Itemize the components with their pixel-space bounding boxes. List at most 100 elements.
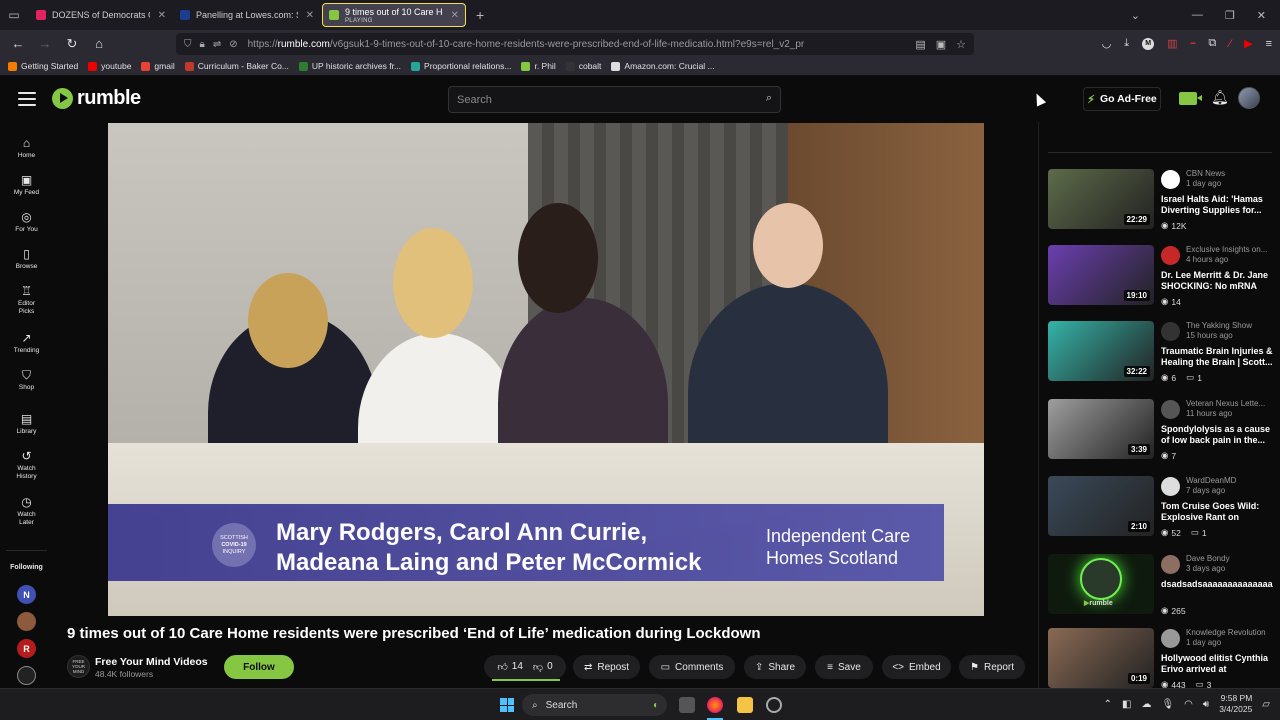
notifications-icon[interactable]: ▱ xyxy=(1262,699,1270,710)
sidebar-item-library[interactable]: ▤ Library xyxy=(0,412,53,436)
extension-icon[interactable]: ━ xyxy=(1191,39,1196,48)
file-explorer-icon[interactable] xyxy=(737,697,753,713)
youtube-extension-icon[interactable]: ▶ xyxy=(1244,37,1252,50)
extension-icon[interactable]: ⁄ xyxy=(1229,38,1231,50)
close-window-icon[interactable]: ✕ xyxy=(1257,9,1266,22)
channel-avatar[interactable]: FREE YOUR MIND xyxy=(67,655,90,678)
save-button[interactable]: ≡ Save xyxy=(815,655,873,679)
related-video-card[interactable]: 32:22 The Yakking Show 15 hours ago Trau… xyxy=(1048,321,1273,387)
bookmark-item[interactable]: r. Phil xyxy=(521,61,556,71)
cloud-icon[interactable]: ☁ xyxy=(1141,699,1151,710)
bookmark-item[interactable]: UP historic archives fr... xyxy=(298,61,401,71)
like-button[interactable]: 👍︎ 14 xyxy=(497,661,523,673)
channel-name[interactable]: The Yakking Show xyxy=(1186,321,1274,330)
rumble-logo[interactable]: rumble xyxy=(52,87,141,110)
go-ad-free-button[interactable]: ⚡︎ Go Ad-Free xyxy=(1083,87,1161,111)
bookmark-item[interactable]: Amazon.com: Crucial ... xyxy=(611,61,715,71)
address-bar[interactable]: ⛉ 🔒︎ ⇌ ⊘ https://rumble.com/v6gsuk1-9-ti… xyxy=(176,33,974,55)
channel-avatar[interactable] xyxy=(1161,246,1180,265)
close-tab-icon[interactable]: ✕ xyxy=(451,10,459,21)
channel-avatar[interactable] xyxy=(1161,400,1180,419)
channel-avatar[interactable] xyxy=(1161,322,1180,341)
sidebar-item-editor-picks[interactable]: ♖ Editor Picks xyxy=(0,284,53,316)
video-thumbnail[interactable]: 32:22 xyxy=(1048,321,1154,381)
tab-list-icon[interactable]: ▭ xyxy=(0,0,28,30)
sidebar-item-watch-history[interactable]: ↺ Watch History xyxy=(0,449,53,481)
related-video-card[interactable]: 3:39 Veteran Nexus Lette... 11 hours ago… xyxy=(1048,399,1273,465)
microphone-icon[interactable]: 🎙︎ xyxy=(1161,699,1174,710)
video-thumbnail[interactable]: 3:39 xyxy=(1048,399,1154,459)
channel-name[interactable]: Dave Bondy xyxy=(1186,554,1274,563)
related-video-card[interactable]: 19:10 Exclusive Insights on... 4 hours a… xyxy=(1048,245,1273,311)
new-tab-icon[interactable]: + xyxy=(476,7,484,23)
autoplay-blocked-icon[interactable]: ⊘ xyxy=(229,39,237,50)
related-video-title[interactable]: Dr. Lee Merritt & Dr. Jane SHOCKING: No … xyxy=(1161,270,1273,292)
follow-button[interactable]: Follow xyxy=(224,655,294,679)
search-icon[interactable]: ⌕ xyxy=(766,92,772,105)
lock-icon[interactable]: 🔒︎ xyxy=(200,39,205,50)
wifi-icon[interactable]: ◠ xyxy=(1184,699,1193,710)
bookmark-item[interactable]: gmail xyxy=(141,61,175,71)
sidebar-item-watch-later[interactable]: ◷ Watch Later xyxy=(0,495,53,527)
settings-gear-icon[interactable] xyxy=(766,697,782,713)
channel-avatar[interactable] xyxy=(1161,629,1180,648)
video-thumbnail[interactable]: 0:19 xyxy=(1048,628,1154,688)
downloads-icon[interactable]: ⤓ xyxy=(1124,37,1129,50)
taskbar-search[interactable]: ⌕ Search ◐ xyxy=(522,694,667,716)
menu-icon[interactable]: ≡ xyxy=(1266,38,1272,50)
bookmark-item[interactable]: Getting Started xyxy=(8,61,78,71)
home-icon[interactable]: ⌂ xyxy=(87,36,111,51)
back-icon[interactable]: ← xyxy=(6,36,30,51)
task-view-icon[interactable] xyxy=(679,697,695,713)
browser-tab-active[interactable]: 9 times out of 10 Care Home re PLAYING ✕ xyxy=(322,3,466,27)
comments-button[interactable]: ▭ Comments xyxy=(649,655,735,679)
channel-name[interactable]: CBN News xyxy=(1186,169,1274,178)
following-channel-avatar[interactable]: N xyxy=(17,585,36,604)
browser-tab[interactable]: Panelling at Lowes.com: Search ✕ xyxy=(174,3,320,27)
sidebar-item-home[interactable]: ⌂ Home xyxy=(0,136,53,160)
chevron-down-icon[interactable]: ⌄ xyxy=(1131,9,1140,22)
video-thumbnail[interactable]: 2:10 xyxy=(1048,476,1154,536)
browser-tab[interactable]: DOZENS of Democrats CAUGHT ✕ xyxy=(30,3,172,27)
restore-icon[interactable]: ❐ xyxy=(1225,9,1235,22)
clock[interactable]: 9:58 PM 3/4/2025 xyxy=(1219,693,1252,715)
channel-name[interactable]: Exclusive Insights on... xyxy=(1186,245,1274,254)
reader-view-icon[interactable]: ▤ xyxy=(915,38,925,51)
sidebar-item-for-you[interactable]: ◎ For You xyxy=(0,210,53,234)
dislike-button[interactable]: 👎︎ 0 xyxy=(533,661,553,673)
user-avatar[interactable] xyxy=(1238,87,1260,109)
bookmark-item[interactable]: Curriculum - Baker Co... xyxy=(184,61,289,71)
following-channel-avatar[interactable]: R xyxy=(17,639,36,658)
related-video-card[interactable]: 22:29 CBN News 1 day ago Israel Halts Ai… xyxy=(1048,169,1273,235)
picture-icon[interactable]: ▣ xyxy=(936,38,946,51)
close-tab-icon[interactable]: ✕ xyxy=(158,10,166,21)
related-video-title[interactable]: Hollywood elitist Cynthia Erivo arrived … xyxy=(1161,653,1273,675)
video-thumbnail[interactable]: ▶rumble xyxy=(1048,554,1154,614)
volume-icon[interactable]: 🔊︎ xyxy=(1203,699,1209,710)
channel-avatar[interactable] xyxy=(1161,477,1180,496)
related-video-card[interactable]: 0:19 Knowledge Revolution 1 day ago Holl… xyxy=(1048,628,1273,688)
shield-icon[interactable]: ⛉ xyxy=(184,39,192,50)
related-video-title[interactable]: Tom Cruise Goes Wild: Explosive Rant on … xyxy=(1161,501,1273,523)
bookmark-item[interactable]: cobalt xyxy=(565,61,601,71)
channel-name[interactable]: WardDeanMD xyxy=(1186,476,1274,485)
reload-icon[interactable]: ↻ xyxy=(60,36,84,52)
video-thumbnail[interactable]: 19:10 xyxy=(1048,245,1154,305)
sidebar-item-shop[interactable]: ⛉ Shop xyxy=(0,368,53,392)
upload-camera-icon[interactable] xyxy=(1179,92,1202,105)
bookmark-star-icon[interactable]: ☆ xyxy=(956,38,966,51)
embed-button[interactable]: <> Embed xyxy=(882,655,951,679)
windows-start-icon[interactable] xyxy=(500,698,514,712)
notifications-bell-icon[interactable]: 🔔︎ xyxy=(1211,89,1229,106)
search-input[interactable] xyxy=(457,92,747,108)
chevron-up-icon[interactable]: ⌃ xyxy=(1104,699,1112,710)
permissions-icon[interactable]: ⇌ xyxy=(213,39,221,50)
tray-app-icon[interactable]: ◧ xyxy=(1122,699,1131,710)
extension-icon[interactable]: ▥ xyxy=(1167,37,1177,50)
related-video-title[interactable]: Israel Halts Aid: 'Hamas Diverting Suppl… xyxy=(1161,194,1273,216)
related-video-card[interactable]: ▶rumble Dave Bondy 3 days ago dsadsadsaa… xyxy=(1048,554,1273,620)
bookmark-item[interactable]: youtube xyxy=(88,61,131,71)
related-video-title[interactable]: dsadsadsaaaaaaaaaaaaaaa xyxy=(1161,579,1273,590)
sidebar-item-my-feed[interactable]: ▣ My Feed xyxy=(0,173,53,197)
pocket-icon[interactable]: ◡ xyxy=(1102,37,1112,50)
